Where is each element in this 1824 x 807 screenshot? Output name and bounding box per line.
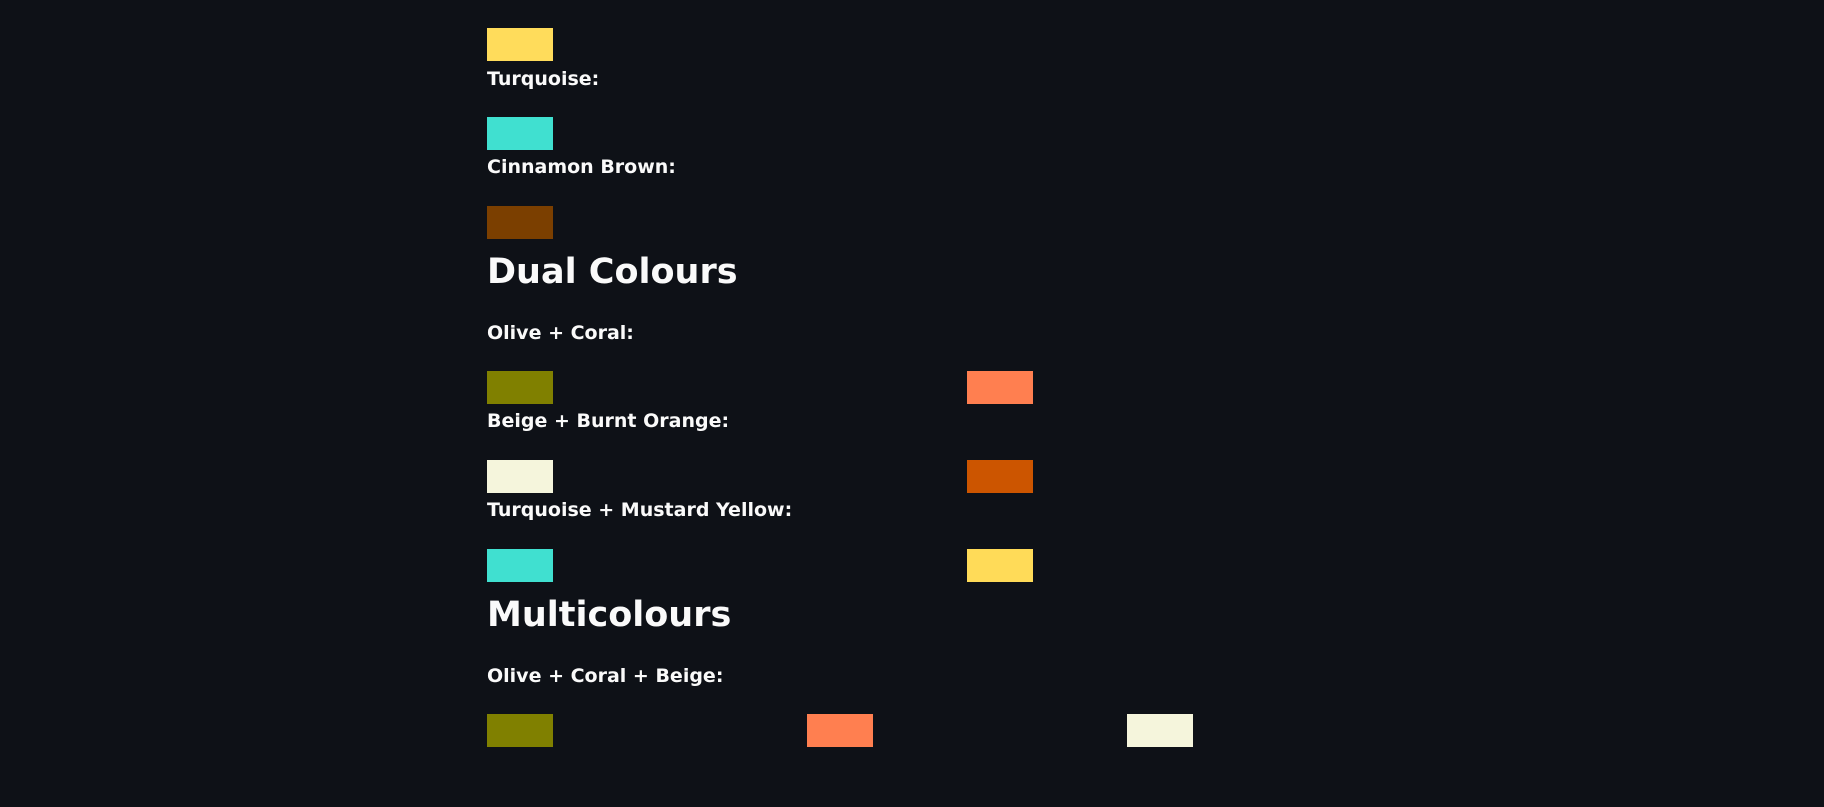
olive-swatch-2 — [487, 714, 553, 747]
turquoise-swatch-2 — [487, 549, 553, 582]
beige-swatch — [487, 460, 553, 493]
mustard-yellow-swatch — [487, 28, 553, 61]
beige-burnt-orange-label: Beige + Burnt Orange: — [487, 410, 730, 432]
olive-coral-label: Olive + Coral: — [487, 322, 634, 344]
page: Turquoise: Cinnamon Brown: Dual Colours … — [0, 0, 1824, 807]
burnt-orange-swatch — [967, 460, 1033, 493]
multicolours-heading: Multicolours — [487, 595, 732, 635]
dual-colours-heading: Dual Colours — [487, 252, 738, 292]
turquoise-swatch — [487, 117, 553, 150]
cinnamon-brown-swatch — [487, 206, 553, 239]
coral-swatch — [967, 371, 1033, 404]
cinnamon-brown-label: Cinnamon Brown: — [487, 156, 676, 178]
coral-swatch-2 — [807, 714, 873, 747]
turquoise-mustard-label: Turquoise + Mustard Yellow: — [487, 499, 793, 521]
turquoise-label: Turquoise: — [487, 68, 600, 90]
olive-swatch — [487, 371, 553, 404]
olive-coral-beige-label: Olive + Coral + Beige: — [487, 665, 724, 687]
beige-swatch-2 — [1127, 714, 1193, 747]
mustard-yellow-swatch-2 — [967, 549, 1033, 582]
